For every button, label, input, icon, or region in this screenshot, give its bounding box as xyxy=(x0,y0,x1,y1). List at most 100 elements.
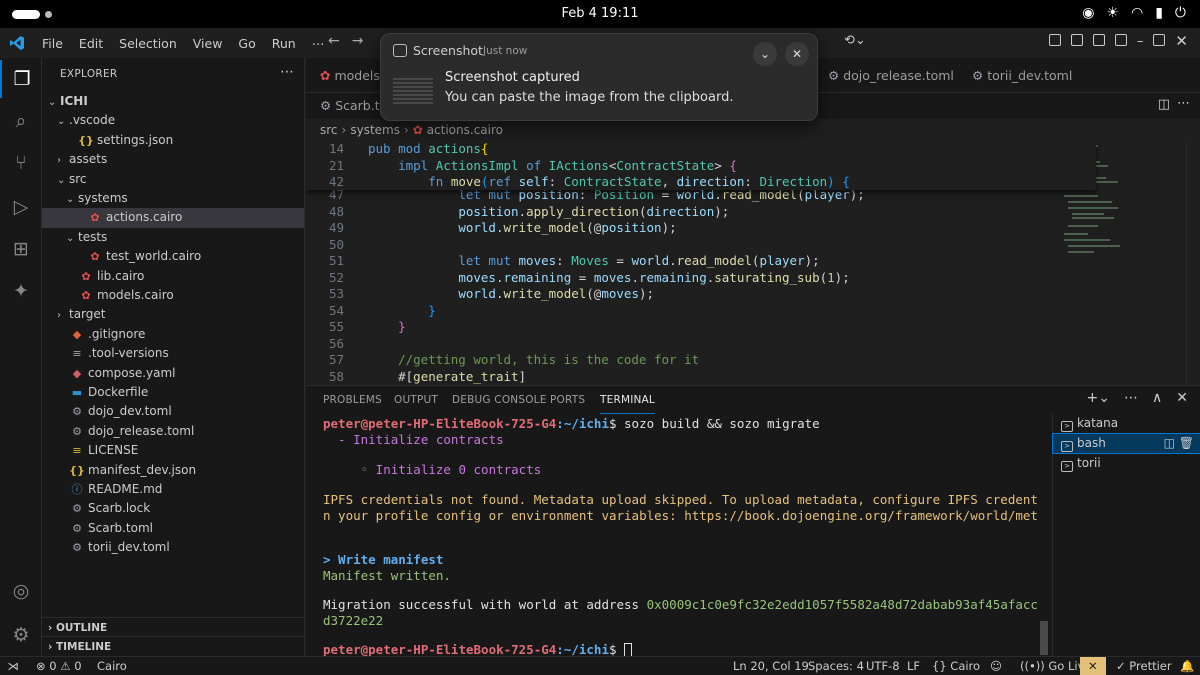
split-editor-icon[interactable]: ◫ xyxy=(1158,97,1170,112)
encoding[interactable]: UTF-8 xyxy=(866,657,900,675)
tree-item[interactable]: ⚙ torii_dev.toml xyxy=(42,538,304,557)
tree-item[interactable]: ⚙ Scarb.lock xyxy=(42,499,304,518)
explorer-more-icon[interactable]: ⋯ xyxy=(280,64,294,80)
tab-terminal[interactable]: TERMINAL xyxy=(600,386,655,414)
tab-torii-dev[interactable]: ⚙ torii_dev.toml xyxy=(962,58,1072,93)
tab-problems[interactable]: PROBLEMS xyxy=(323,386,382,414)
code-line-50[interactable]: 50 xyxy=(306,237,1086,254)
tree-item[interactable]: ⌄ src xyxy=(42,170,304,189)
tree-item[interactable]: ⌄ .vscode xyxy=(42,111,304,130)
copilot-chat-icon[interactable]: ✦ xyxy=(0,272,42,310)
code-line-54[interactable]: 54 } xyxy=(306,303,1086,320)
tree-item[interactable]: ▬ Dockerfile xyxy=(42,383,304,402)
code-line-53[interactable]: 53 world.write_model(@moves); xyxy=(306,286,1086,303)
tree-item[interactable]: ⚙ dojo_dev.toml xyxy=(42,402,304,421)
tab-dojo-release[interactable]: ⚙ dojo_release.toml xyxy=(818,58,954,93)
indentation[interactable]: Spaces: 4 xyxy=(808,657,864,675)
breadcrumb-systems[interactable]: systems xyxy=(350,123,400,137)
menu-go[interactable]: Go xyxy=(230,36,263,51)
expand-chevron-icon[interactable]: ⌄ xyxy=(753,42,777,66)
tree-item[interactable]: ⌄ ICHI xyxy=(42,92,304,111)
terminal-torii[interactable]: > torii xyxy=(1053,454,1200,473)
sticky-line[interactable]: 21 impl ActionsImpl of IActions<Contract… xyxy=(306,158,1086,175)
system-tray[interactable]: ◉ ☀ ◠ ▮ ⏻ xyxy=(1082,5,1186,21)
code-editor[interactable]: 14 pub mod actions{ 21 impl ActionsImpl o… xyxy=(306,141,1200,385)
forward-arrow-icon[interactable]: → xyxy=(352,33,364,49)
menu-run[interactable]: Run xyxy=(264,36,304,51)
power-icon[interactable]: ⏻ xyxy=(1175,5,1186,21)
code-line-48[interactable]: 48 position.apply_direction(direction); xyxy=(306,204,1086,221)
tab-ports[interactable]: PORTS xyxy=(550,386,585,414)
language-mode[interactable]: {} Cairo xyxy=(932,657,980,675)
tree-item[interactable]: ✿ test_world.cairo xyxy=(42,247,304,266)
code-line-57[interactable]: 57 //getting world, this is the code for… xyxy=(306,352,1086,369)
tree-item[interactable]: {} settings.json xyxy=(42,131,304,150)
menu-file[interactable]: File xyxy=(34,36,71,51)
terminal-output[interactable]: peter@peter-HP-EliteBook-725-G4:~/ichi$ … xyxy=(306,414,1038,657)
tree-item[interactable]: {} manifest_dev.json xyxy=(42,461,304,480)
close-panel-icon[interactable]: ✕ xyxy=(1176,390,1188,406)
terminal-bash[interactable]: > bash ◫ 🗑 xyxy=(1052,433,1200,454)
minimize-icon[interactable]: – xyxy=(1137,34,1144,49)
remote-icon[interactable]: ⋊ xyxy=(0,657,26,675)
system-clock[interactable]: Feb 4 19:11 xyxy=(0,6,1200,21)
code-line-58[interactable]: 58 #[generate_trait] xyxy=(306,369,1086,386)
code-line-55[interactable]: 55 } xyxy=(306,319,1086,336)
brightness-icon[interactable]: ☀ xyxy=(1106,5,1119,21)
toggle-sidebar-icon[interactable] xyxy=(1070,34,1083,46)
back-arrow-icon[interactable]: ← xyxy=(328,33,340,49)
screenshot-thumbnail[interactable] xyxy=(393,76,433,104)
toggle-secondary-sidebar-icon[interactable] xyxy=(1114,34,1127,46)
tree-item[interactable]: ⌄ tests xyxy=(42,228,304,247)
split-terminal-icon[interactable]: ◫ xyxy=(1164,436,1175,450)
terminal-scrollbar[interactable] xyxy=(1038,414,1052,657)
editor-scrollbar[interactable] xyxy=(1186,141,1200,385)
explorer-icon[interactable]: ❐ xyxy=(0,60,42,98)
close-window-icon[interactable]: ✕ xyxy=(1175,34,1188,49)
tree-item[interactable]: ⚙ Scarb.toml xyxy=(42,519,304,538)
tree-item[interactable]: ◆ .gitignore xyxy=(42,325,304,344)
source-control-icon[interactable]: ⑂ xyxy=(0,144,42,182)
menu-selection[interactable]: Selection xyxy=(111,36,185,51)
language-indicator-left[interactable]: Cairo xyxy=(97,657,127,675)
tree-item[interactable]: ≡ LICENSE xyxy=(42,441,304,460)
copilot-status-icon[interactable]: ☺ xyxy=(990,657,1002,675)
timeline-section[interactable]: › TIMELINE xyxy=(42,636,304,656)
tree-item[interactable]: ≡ .tool-versions xyxy=(42,344,304,363)
search-icon[interactable]: ⌕ xyxy=(0,102,42,140)
sticky-line[interactable]: 42 fn move(ref self: ContractState, dire… xyxy=(306,174,1086,191)
tree-item[interactable]: › assets xyxy=(42,150,304,169)
tab-debug-console[interactable]: DEBUG CONSOLE xyxy=(452,386,547,414)
screenshot-notification[interactable]: Screenshot Just now Screenshot captured … xyxy=(380,33,818,121)
code-line-56[interactable]: 56 xyxy=(306,336,1086,353)
account-icon[interactable]: ◎ xyxy=(0,572,42,610)
sticky-line[interactable]: 14 pub mod actions{ xyxy=(306,141,1086,158)
new-terminal-icon[interactable]: +⌄ xyxy=(1087,390,1110,406)
terminal-katana[interactable]: > katana xyxy=(1053,414,1200,433)
maximize-icon[interactable] xyxy=(1153,34,1166,46)
code-line-49[interactable]: 49 world.write_model(@position); xyxy=(306,220,1086,237)
problems-indicator[interactable]: ⊗ 0 ⚠ 0 xyxy=(36,657,82,675)
notifications-bell-icon[interactable]: 🔔 xyxy=(1180,657,1194,675)
tree-item[interactable]: › target xyxy=(42,305,304,324)
cursor-position[interactable]: Ln 20, Col 19 xyxy=(733,657,809,675)
copilot-icon[interactable]: ⟲⌄ xyxy=(844,33,866,48)
tree-item[interactable]: ✿ models.cairo xyxy=(42,286,304,305)
plug-icon[interactable]: ✕ xyxy=(1088,657,1098,675)
breadcrumb-src[interactable]: src xyxy=(320,123,338,137)
tree-item[interactable]: ✿ actions.cairo xyxy=(42,208,304,228)
close-notification-icon[interactable]: ✕ xyxy=(785,42,809,66)
breadcrumb-file[interactable]: actions.cairo xyxy=(427,123,503,137)
editor-more-icon[interactable]: ⋯ xyxy=(1177,96,1190,111)
trash-icon[interactable]: 🗑 xyxy=(1179,436,1194,450)
settings-gear-icon[interactable]: ⚙ xyxy=(0,616,42,654)
sticky-scroll[interactable]: 14 pub mod actions{ 21 impl ActionsImpl o… xyxy=(306,141,1096,190)
line-ending[interactable]: LF xyxy=(907,657,920,675)
maximize-panel-icon[interactable]: ∧ xyxy=(1152,390,1162,406)
layout-customize-icon[interactable] xyxy=(1048,34,1061,46)
run-debug-icon[interactable]: ▷ xyxy=(0,188,42,226)
tree-item[interactable]: ⚙ dojo_release.toml xyxy=(42,422,304,441)
code-line-52[interactable]: 52 moves.remaining = moves.remaining.sat… xyxy=(306,270,1086,287)
menu-edit[interactable]: Edit xyxy=(71,36,111,51)
outline-section[interactable]: › OUTLINE xyxy=(42,617,304,637)
